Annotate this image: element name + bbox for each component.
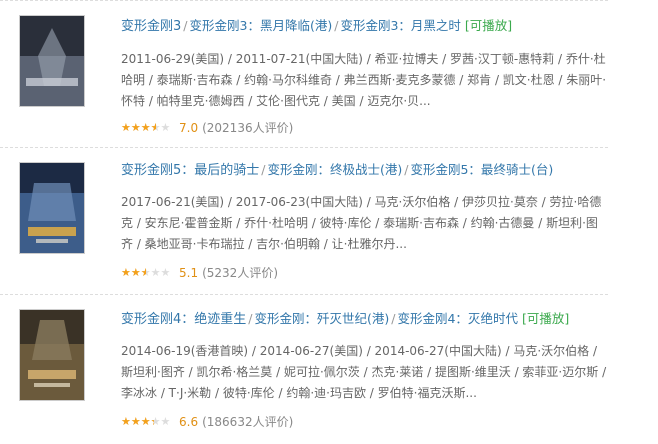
- result-item: 变形金刚4：绝迹重生 / 变形金刚：歼灭世纪(港) / 变形金刚4：灭绝时代 [可播放] …: [0, 295, 608, 444]
- result-item: 变形金刚5：最后的骑士 / 变形金刚：终极战士(港) / 变形金刚5：最终骑士(台) 2…: [0, 148, 608, 295]
- alt-title-link[interactable]: 变形金刚：歼灭世纪(港): [255, 311, 390, 326]
- title-separator: /: [334, 18, 339, 33]
- rating-row: ★★★★★ ★★★★★ 7.0(202136人评价): [121, 119, 293, 136]
- title-main-link[interactable]: 变形金刚4：绝迹重生: [121, 312, 246, 327]
- movie-poster[interactable]: [19, 162, 85, 254]
- playable-tag[interactable]: [可播放]: [465, 18, 512, 33]
- alt-title-link[interactable]: 变形金刚：终极战士(港): [268, 162, 403, 177]
- title-separator: /: [183, 18, 188, 33]
- stars-fill: ★★★★★: [121, 265, 146, 279]
- movie-meta: 2017-06-21(美国) / 2017-06-23(中国大陆) / 马克·沃…: [121, 195, 602, 251]
- rating-row: ★★★★★ ★★★★★ 5.1(5232人评价): [121, 264, 278, 281]
- alt-title-link[interactable]: 变形金刚5：最终骑士(台): [410, 162, 553, 177]
- result-item: 变形金刚3/变形金刚3：黑月降临(港) / 变形金刚3：月黑之时 [可播放] 2011…: [0, 1, 608, 148]
- vote-count[interactable]: (5232人评价): [202, 266, 278, 280]
- rating-score: 6.6: [179, 415, 199, 429]
- title-separator: /: [404, 162, 409, 177]
- poster-image: [20, 310, 84, 400]
- alt-title-link[interactable]: 变形金刚4：灭绝时代: [397, 311, 517, 326]
- poster-image: [20, 16, 84, 106]
- rating-score: 7.0: [179, 121, 199, 135]
- vote-count[interactable]: (202136人评价): [202, 121, 293, 135]
- alt-title-link[interactable]: 变形金刚3：黑月降临(港): [190, 18, 333, 33]
- rating-stars: ★★★★★ ★★★★★: [121, 266, 171, 279]
- vote-count[interactable]: (186632人评价): [202, 415, 293, 429]
- rating-row: ★★★★★ ★★★★★ 6.6(186632人评价): [121, 413, 293, 430]
- alt-title-link[interactable]: 变形金刚3：月黑之时: [340, 18, 460, 33]
- stars-fill: ★★★★★: [121, 414, 154, 428]
- movie-title: 变形金刚4：绝迹重生 / 变形金刚：歼灭世纪(港) / 变形金刚4：灭绝时代 [可播放]: [121, 311, 569, 328]
- title-separator: /: [248, 311, 253, 326]
- rating-stars: ★★★★★ ★★★★★: [121, 415, 171, 428]
- title-separator: /: [391, 311, 396, 326]
- title-main-link[interactable]: 变形金刚5：最后的骑士: [121, 163, 259, 178]
- stars-fill: ★★★★★: [121, 120, 156, 134]
- rating-score: 5.1: [179, 266, 199, 280]
- movie-meta: 2011-06-29(美国) / 2011-07-21(中国大陆) / 希亚·拉…: [121, 52, 607, 108]
- title-separator: /: [261, 162, 266, 177]
- movie-title: 变形金刚5：最后的骑士 / 变形金刚：终极战士(港) / 变形金刚5：最终骑士(台): [121, 162, 553, 179]
- movie-poster[interactable]: [19, 309, 85, 401]
- poster-image: [20, 163, 84, 253]
- movie-title: 变形金刚3/变形金刚3：黑月降临(港) / 变形金刚3：月黑之时 [可播放]: [121, 18, 512, 35]
- title-main-link[interactable]: 变形金刚3: [121, 19, 181, 34]
- movie-poster[interactable]: [19, 15, 85, 107]
- playable-tag[interactable]: [可播放]: [522, 311, 569, 326]
- movie-meta: 2014-06-19(香港首映) / 2014-06-27(美国) / 2014…: [121, 344, 607, 400]
- rating-stars: ★★★★★ ★★★★★: [121, 121, 171, 134]
